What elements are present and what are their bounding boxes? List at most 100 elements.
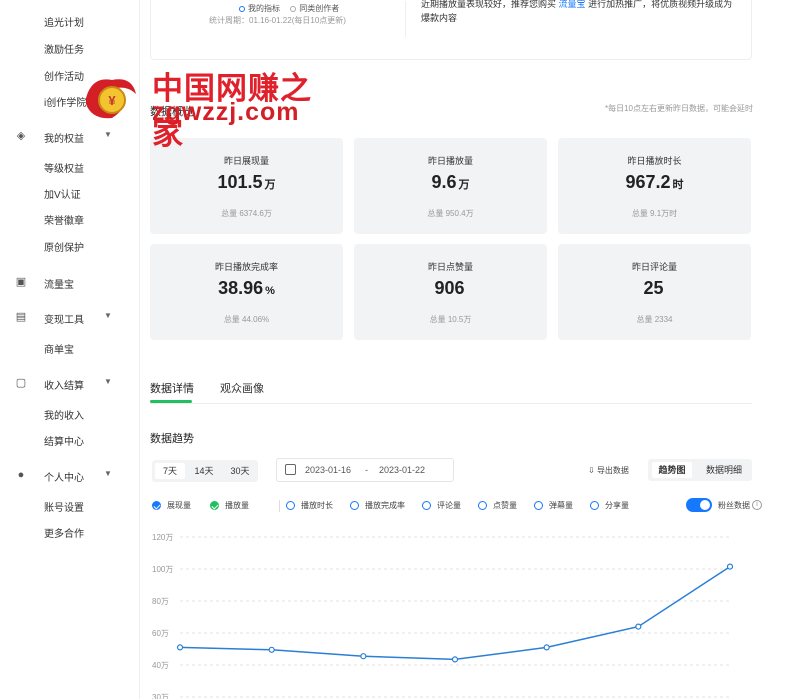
range-14d-button[interactable]: 14天	[189, 463, 219, 479]
radio-my-metrics[interactable]: 我的指标	[239, 4, 280, 13]
metric-label: 昨日评论量	[631, 262, 677, 272]
trend-chart: 120万 100万 80万 60万 40万 30万	[140, 525, 795, 699]
data-point[interactable]	[726, 563, 734, 570]
checkbox-plays[interactable]: 播放量	[210, 500, 249, 512]
sidebar-item-zhuiguang[interactable]: 追光计划	[44, 14, 84, 29]
metric-value: 967.2 时	[625, 172, 684, 192]
data-point[interactable]	[451, 656, 459, 663]
metric-card-comments: 昨日评论量 25 总量 2334	[558, 244, 751, 340]
sidebar-group-label: 我的权益	[44, 134, 84, 145]
date-range-picker[interactable]: 2023-01-16 - 2023-01-22	[276, 458, 454, 482]
metric-value: 38.96%	[218, 278, 275, 298]
checkbox-play-duration[interactable]: 播放时长	[286, 500, 333, 512]
date-start: 2023-01-16	[305, 465, 352, 475]
sidebar-item-incentive[interactable]: 激励任务	[44, 41, 84, 56]
metric-total: 总量 950.4万	[427, 209, 474, 218]
range-7d-button[interactable]: 7天	[155, 463, 185, 479]
data-point[interactable]	[635, 623, 642, 630]
sidebar-item-verify[interactable]: 加V认证	[44, 186, 81, 201]
sidebar-group-personal[interactable]: ● 个人中心 ▼	[14, 468, 124, 484]
sidebar-group-income[interactable]: ▢ 收入结算 ▼	[14, 376, 124, 392]
metric-total: 总量 10.5万	[429, 315, 472, 324]
sidebar-item-settlement[interactable]: 结算中心	[44, 433, 84, 448]
trend-title: 数据趋势	[150, 433, 194, 445]
user-icon: ●	[17, 469, 25, 481]
detail-tabs: 数据详情 观众画像	[150, 378, 752, 404]
sidebar-item-activity[interactable]: 创作活动	[44, 68, 84, 83]
metric-card-play-duration: 昨日播放时长 967.2 时 总量 9.1万时	[558, 138, 751, 234]
metric-label: 昨日播放时长	[627, 156, 682, 166]
data-point[interactable]	[268, 646, 275, 653]
checkbox-likes[interactable]: 点赞量	[478, 500, 517, 512]
info-icon[interactable]: i	[752, 500, 762, 510]
sidebar-group-label: 变现工具	[44, 315, 84, 326]
metric-total: 总量 2334	[636, 315, 673, 324]
top-card: 我的指标 同类创作者 统计周期：01.16-01.22(每日10点更新) 近期播…	[150, 0, 752, 60]
checkbox-shares[interactable]: 分享量	[590, 500, 629, 512]
y-tick-label: 40万	[152, 661, 169, 670]
metric-value: 25	[643, 278, 664, 298]
export-label: 导出数据	[596, 466, 629, 475]
sidebar-item-account[interactable]: 账号设置	[44, 499, 84, 514]
checkbox-impressions[interactable]: 展现量	[152, 500, 191, 512]
sidebar-group-label: 个人中心	[44, 473, 84, 484]
export-button[interactable]: ⇩ 导出数据	[588, 465, 629, 476]
sidebar-item-academy[interactable]: i创作学院	[44, 94, 86, 109]
view-detail-button[interactable]: 数据明细	[700, 462, 748, 478]
sidebar-group-monetize[interactable]: ▤ 变现工具 ▼	[14, 310, 124, 326]
date-separator: -	[365, 465, 368, 475]
flow-icon: ▣	[15, 276, 27, 288]
metric-label: 昨日点赞量	[427, 262, 473, 272]
sidebar-item-shangdan[interactable]: 商单宝	[44, 341, 74, 356]
range-selector: 7天 14天 30天	[152, 460, 258, 482]
view-trend-button[interactable]: 趋势图	[652, 462, 692, 478]
main-content: 我的指标 同类创作者 统计周期：01.16-01.22(每日10点更新) 近期播…	[140, 0, 795, 699]
tip-prefix: 近期播放量表现较好，推荐您购买	[421, 0, 557, 9]
sidebar-group-rights[interactable]: ◈ 我的权益 ▼	[14, 129, 124, 145]
calendar-icon	[285, 464, 296, 475]
stat-period: 统计周期：01.16-01.22(每日10点更新)	[209, 16, 346, 25]
monetize-icon: ▤	[15, 311, 27, 323]
fans-data-toggle[interactable]	[686, 498, 712, 512]
data-point[interactable]	[176, 644, 184, 651]
overview-title: 数据概览	[150, 106, 194, 118]
series-line	[179, 565, 731, 661]
y-tick-label: 120万	[152, 533, 173, 542]
checkbox-comments[interactable]: 评论量	[422, 500, 461, 512]
tab-audience-profile[interactable]: 观众画像	[220, 380, 264, 396]
metric-value: 9.6 万	[431, 172, 470, 192]
liuliangbao-link[interactable]: 流量宝	[559, 0, 586, 9]
radio-peer-creators[interactable]: 同类创作者	[290, 4, 339, 13]
y-tick-label: 100万	[152, 565, 173, 574]
metric-label: 昨日播放完成率	[214, 262, 278, 272]
sidebar-item-badge[interactable]: 荣誉徽章	[44, 212, 84, 227]
metric-value: 906	[434, 278, 465, 298]
sidebar-item-level[interactable]: 等级权益	[44, 160, 84, 175]
chevron-down-icon: ▼	[104, 311, 112, 320]
sidebar-item-original[interactable]: 原创保护	[44, 239, 84, 254]
checkbox-danmaku[interactable]: 弹幕量	[534, 500, 573, 512]
divider	[279, 500, 280, 512]
checkbox-completion-rate[interactable]: 播放完成率	[350, 500, 405, 512]
chevron-down-icon: ▼	[104, 469, 112, 478]
data-point[interactable]	[360, 653, 367, 660]
view-switch: 趋势图 数据明细	[648, 459, 752, 481]
y-tick-label: 30万	[152, 693, 169, 699]
data-point[interactable]	[543, 644, 550, 651]
range-30d-button[interactable]: 30天	[225, 463, 255, 479]
sidebar-item-cooperation[interactable]: 更多合作	[44, 525, 84, 540]
sidebar-group-flow[interactable]: ▣ 流量宝	[14, 275, 124, 291]
divider	[405, 1, 406, 37]
metric-label: 昨日播放量	[427, 156, 473, 166]
update-note: *每日10点左右更新昨日数据，可能会延时	[604, 104, 753, 113]
metric-card-impressions: 昨日展现量 101.5 万 总量 6374.6万	[150, 138, 343, 234]
fans-data-label: 粉丝数据	[718, 501, 750, 510]
metric-total: 总量 6374.6万	[221, 209, 272, 218]
sidebar: 追光计划 激励任务 创作活动 i创作学院 ◈ 我的权益 ▼ 等级权益 加V认证 …	[0, 0, 140, 699]
active-tab-indicator	[150, 400, 192, 403]
tab-data-detail[interactable]: 数据详情	[150, 380, 194, 396]
metric-card-completion-rate: 昨日播放完成率 38.96% 总量 44.06%	[150, 244, 343, 340]
metric-card-plays: 昨日播放量 9.6 万 总量 950.4万	[354, 138, 547, 234]
metric-label: 昨日展现量	[223, 156, 269, 166]
sidebar-item-my-income[interactable]: 我的收入	[44, 407, 84, 422]
